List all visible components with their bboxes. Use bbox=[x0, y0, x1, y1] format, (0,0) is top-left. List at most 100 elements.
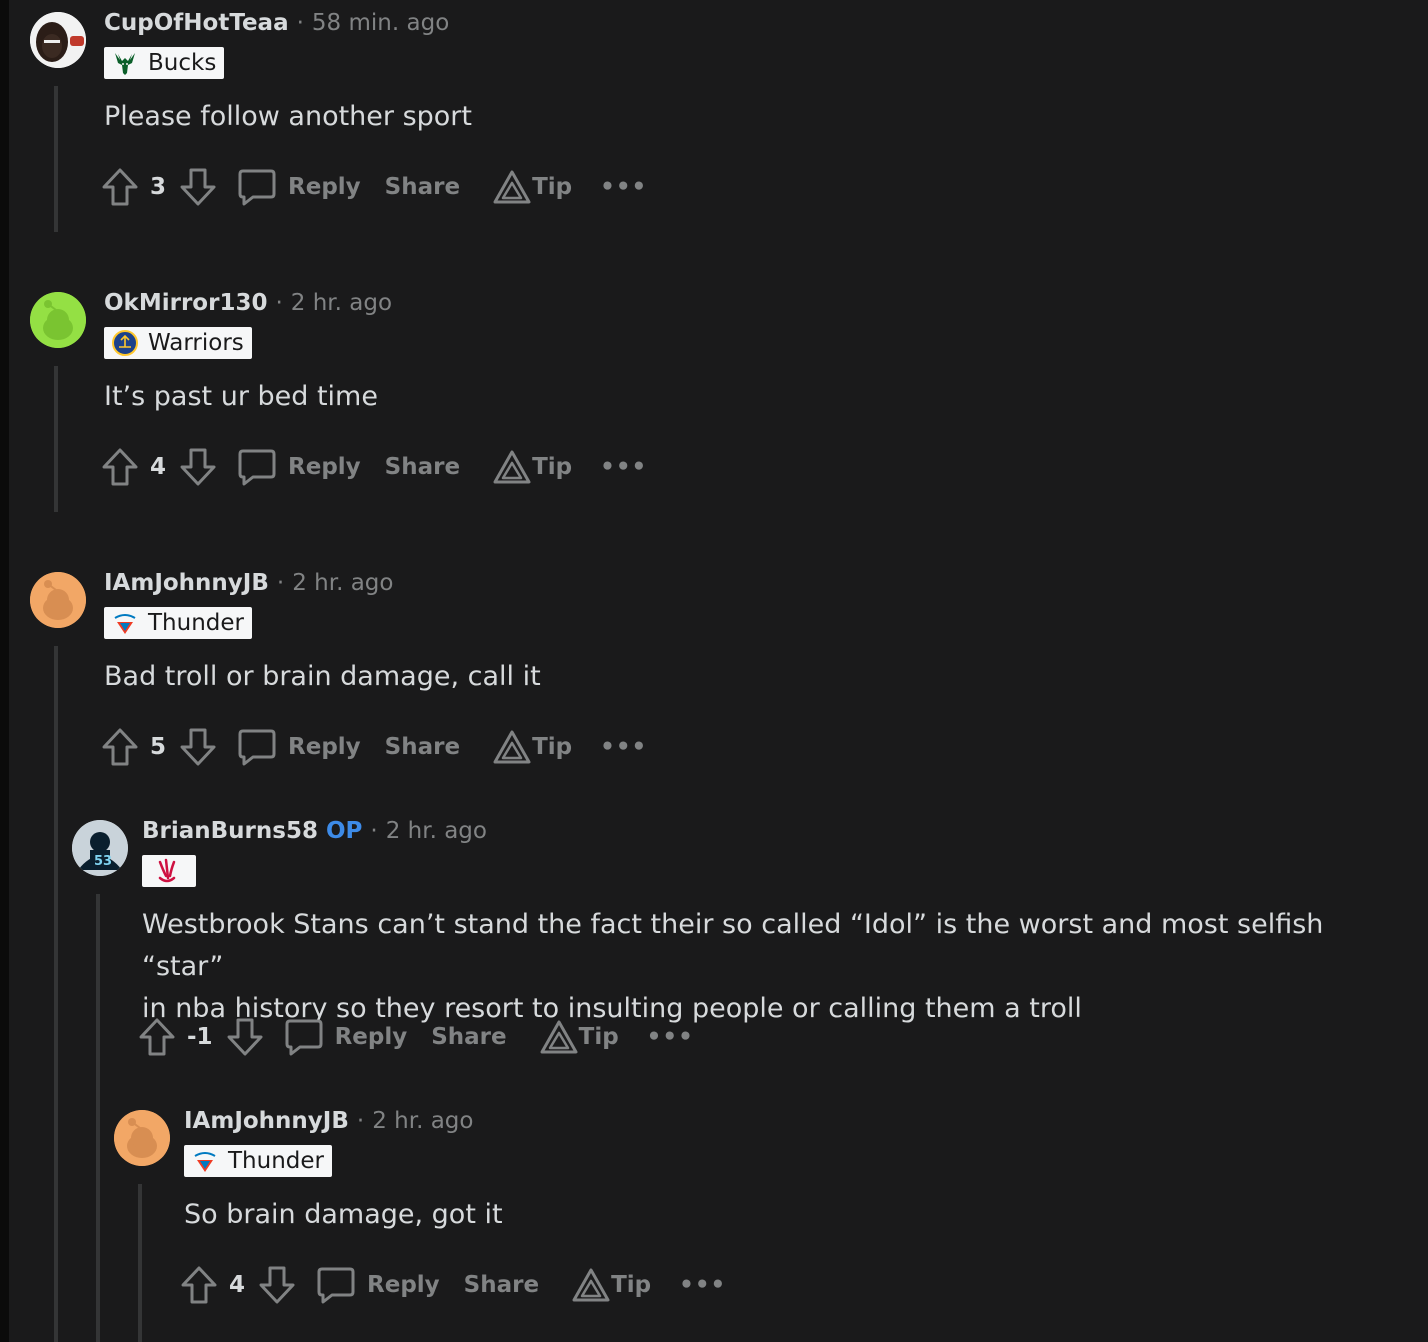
tip-button[interactable]: Tip bbox=[492, 169, 572, 205]
vote-score: -1 bbox=[187, 1024, 213, 1050]
vote-score: 5 bbox=[150, 734, 167, 760]
downvote-button[interactable] bbox=[180, 727, 216, 767]
share-label: Share bbox=[463, 1272, 540, 1298]
page-left-edge bbox=[0, 0, 9, 1342]
avatar[interactable] bbox=[30, 292, 86, 348]
downvote-icon bbox=[180, 168, 216, 206]
upvote-icon bbox=[102, 448, 138, 486]
comment-meta: IAmJohnnyJB · 2 hr. ago bbox=[184, 1106, 473, 1136]
reply-button[interactable]: Reply bbox=[238, 727, 361, 767]
avatar[interactable]: 53 bbox=[72, 820, 128, 876]
avatar[interactable] bbox=[30, 572, 86, 628]
upvote-icon bbox=[139, 1018, 175, 1056]
share-button[interactable]: Share bbox=[431, 1024, 506, 1050]
comment-actions: 3 Reply Share Tip ••• bbox=[102, 165, 647, 209]
thread-line[interactable] bbox=[54, 366, 58, 512]
reply-button[interactable]: Reply bbox=[317, 1265, 440, 1305]
user-flair: Bucks bbox=[104, 47, 225, 79]
share-button[interactable]: Share bbox=[385, 454, 460, 480]
username[interactable]: IAmJohnnyJB bbox=[184, 1108, 349, 1134]
timestamp[interactable]: 2 hr. ago bbox=[291, 290, 392, 316]
more-icon: ••• bbox=[679, 1272, 727, 1298]
flair-label: Thunder bbox=[148, 610, 244, 636]
comment-body: Bad troll or brain damage, call it bbox=[104, 661, 541, 692]
upvote-button[interactable] bbox=[102, 727, 138, 767]
more-icon: ••• bbox=[600, 174, 648, 200]
more-icon: ••• bbox=[600, 734, 648, 760]
reply-label: Reply bbox=[288, 174, 361, 200]
more-options-button[interactable]: ••• bbox=[679, 1272, 726, 1298]
username[interactable]: CupOfHotTeaa bbox=[104, 10, 289, 36]
comment-meta: CupOfHotTeaa · 58 min. ago bbox=[104, 8, 449, 38]
more-options-button[interactable]: ••• bbox=[600, 734, 647, 760]
flair-label: Bucks bbox=[148, 50, 217, 76]
separator: · bbox=[370, 818, 378, 844]
comment-bubble-icon bbox=[317, 1267, 355, 1304]
downvote-icon bbox=[259, 1266, 295, 1304]
tip-triangle-icon bbox=[493, 730, 531, 764]
thread-line[interactable] bbox=[96, 894, 100, 1342]
snoo-avatar-icon bbox=[114, 1110, 170, 1166]
more-icon: ••• bbox=[646, 1024, 694, 1050]
user-photo-icon: 53 bbox=[72, 820, 128, 876]
username[interactable]: BrianBurns58 bbox=[142, 818, 318, 844]
tip-label: Tip bbox=[532, 454, 573, 480]
more-options-button[interactable]: ••• bbox=[600, 174, 647, 200]
downvote-icon bbox=[180, 448, 216, 486]
upvote-icon bbox=[181, 1266, 217, 1304]
warriors-logo-icon bbox=[112, 330, 138, 356]
thunder-logo-icon bbox=[114, 614, 136, 634]
separator: · bbox=[356, 1108, 365, 1134]
avatar[interactable] bbox=[114, 1110, 170, 1166]
more-options-button[interactable]: ••• bbox=[647, 1024, 694, 1050]
timestamp[interactable]: 58 min. ago bbox=[312, 10, 449, 36]
comment-bubble-icon bbox=[238, 169, 276, 206]
vote-score: 3 bbox=[150, 174, 167, 200]
op-badge: OP bbox=[325, 818, 363, 844]
user-flair bbox=[142, 855, 196, 887]
downvote-button[interactable] bbox=[259, 1265, 295, 1305]
upvote-button[interactable] bbox=[102, 447, 138, 487]
username[interactable]: IAmJohnnyJB bbox=[104, 570, 269, 596]
timestamp[interactable]: 2 hr. ago bbox=[292, 570, 393, 596]
downvote-button[interactable] bbox=[180, 447, 216, 487]
downvote-button[interactable] bbox=[227, 1017, 263, 1057]
vote-score: 4 bbox=[229, 1272, 246, 1298]
bucks-logo-icon bbox=[115, 53, 135, 75]
flair-label: Thunder bbox=[228, 1148, 324, 1174]
upvote-button[interactable] bbox=[102, 167, 138, 207]
downvote-button[interactable] bbox=[180, 167, 216, 207]
comment-actions: 5 Reply Share Tip ••• bbox=[102, 725, 647, 769]
avatar[interactable] bbox=[30, 12, 86, 68]
comment-meta: IAmJohnnyJB · 2 hr. ago bbox=[104, 568, 393, 598]
tip-button[interactable]: Tip bbox=[492, 729, 572, 765]
comment-body: So brain damage, got it bbox=[184, 1199, 503, 1230]
thread-line[interactable] bbox=[54, 646, 58, 1342]
share-button[interactable]: Share bbox=[464, 1272, 539, 1298]
thread-line[interactable] bbox=[138, 1184, 142, 1342]
upvote-button[interactable] bbox=[139, 1017, 175, 1057]
reply-button[interactable]: Reply bbox=[285, 1017, 407, 1057]
timestamp[interactable]: 2 hr. ago bbox=[372, 1108, 473, 1134]
reply-button[interactable]: Reply bbox=[238, 167, 361, 207]
more-options-button[interactable]: ••• bbox=[600, 454, 647, 480]
share-button[interactable]: Share bbox=[385, 174, 460, 200]
comment-actions: -1 Reply Share Tip ••• bbox=[139, 1015, 694, 1059]
share-button[interactable]: Share bbox=[385, 734, 460, 760]
separator: · bbox=[296, 10, 304, 36]
upvote-button[interactable] bbox=[181, 1265, 217, 1305]
upvote-icon bbox=[102, 728, 138, 766]
separator: · bbox=[276, 570, 285, 596]
timestamp[interactable]: 2 hr. ago bbox=[386, 818, 487, 844]
tip-button[interactable]: Tip bbox=[539, 1019, 619, 1055]
comment-actions: 4 Reply Share Tip ••• bbox=[102, 445, 647, 489]
tip-label: Tip bbox=[578, 1024, 619, 1050]
thread-line[interactable] bbox=[54, 86, 58, 232]
reply-label: Reply bbox=[288, 454, 361, 480]
reply-button[interactable]: Reply bbox=[238, 447, 361, 487]
flair-label: Warriors bbox=[148, 330, 244, 356]
comment-meta: BrianBurns58 OP · 2 hr. ago bbox=[142, 816, 487, 846]
tip-button[interactable]: Tip bbox=[492, 449, 572, 485]
username[interactable]: OkMirror130 bbox=[104, 290, 267, 316]
tip-button[interactable]: Tip bbox=[571, 1267, 651, 1303]
